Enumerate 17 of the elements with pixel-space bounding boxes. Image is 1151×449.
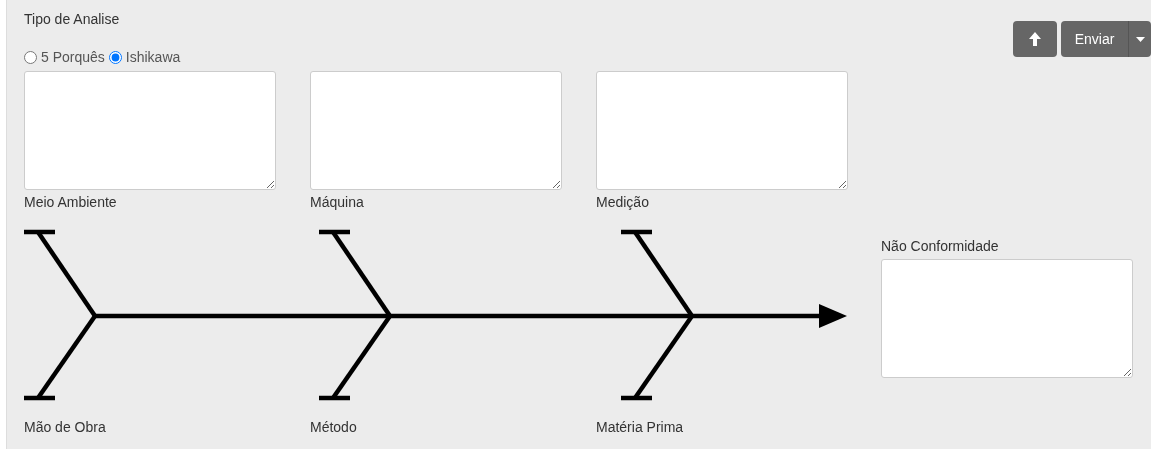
cause-label: Meio Ambiente — [24, 194, 118, 210]
up-arrow-icon — [1028, 31, 1042, 47]
radio-label[interactable]: 5 Porquês — [41, 49, 105, 65]
send-button[interactable]: Enviar — [1061, 21, 1129, 57]
caret-icon — [1135, 36, 1145, 42]
radio-label[interactable]: Ishikawa — [125, 49, 181, 65]
radio-button[interactable] — [24, 50, 37, 64]
dropdown-toggle[interactable] — [1129, 21, 1151, 57]
upload-button[interactable] — [1013, 21, 1057, 57]
cause-label: Mão de Obra — [24, 419, 107, 435]
cause-label: Método — [310, 419, 358, 435]
analysis-type-label: Tipo de Analise — [24, 10, 121, 28]
cause-label: Máquina — [310, 194, 365, 210]
cause-label: Medição — [596, 194, 650, 210]
cause-label: Matéria Prima — [596, 419, 685, 435]
radio-button[interactable] — [108, 50, 122, 64]
effect-label: Não Conformidade — [881, 238, 1000, 254]
